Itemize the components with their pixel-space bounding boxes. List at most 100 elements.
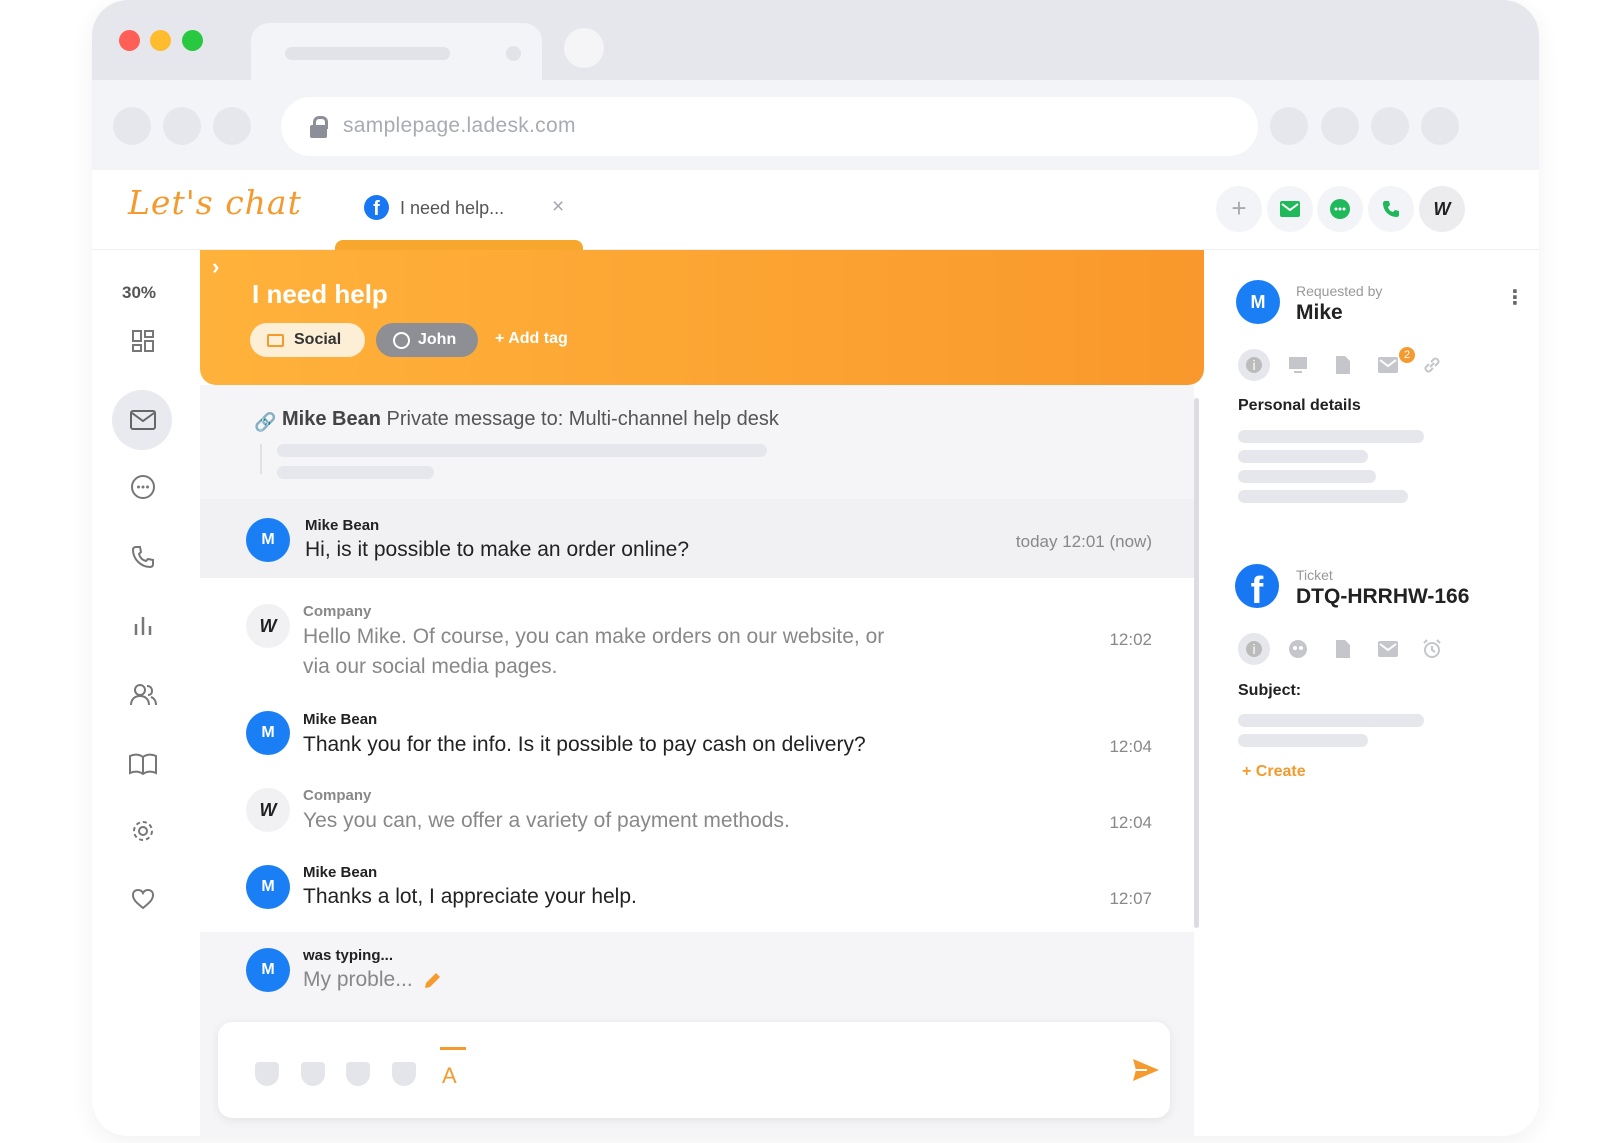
- ticket-label: Ticket: [1296, 567, 1333, 583]
- message-text: Hello Mike. Of course, you can make orde…: [303, 625, 885, 678]
- folder-icon: [267, 334, 284, 347]
- message-text: Yes you can, we offer a variety of payme…: [303, 809, 790, 832]
- usage-percent: 30%: [122, 283, 157, 302]
- placeholder-line: [1238, 470, 1376, 483]
- composer-tool-button[interactable]: [346, 1062, 370, 1086]
- document-icon[interactable]: [1327, 349, 1359, 381]
- call-channel-button[interactable]: [1368, 186, 1414, 232]
- send-icon[interactable]: [1132, 1058, 1160, 1087]
- bar-chart-icon: [134, 617, 152, 635]
- sidebar-item-knowledgebase[interactable]: [124, 745, 162, 783]
- text-format-button[interactable]: A: [442, 1063, 457, 1089]
- message-sender: Mike Bean: [303, 711, 378, 728]
- toolbar-button[interactable]: [1421, 107, 1459, 145]
- sidebar-item-settings[interactable]: [124, 812, 162, 850]
- info-icon[interactable]: i: [1238, 633, 1270, 665]
- placeholder-line: [1238, 714, 1424, 727]
- message-time: 12:04: [1109, 737, 1152, 756]
- close-window-button[interactable]: [119, 30, 140, 51]
- sidebar-item-chats[interactable]: [124, 468, 162, 506]
- expand-chevron-icon[interactable]: ›: [212, 254, 219, 280]
- sidebar-item-dashboard[interactable]: [124, 322, 162, 360]
- ticket-header: [200, 250, 1204, 385]
- avatar: M: [246, 518, 290, 562]
- email-channel-button[interactable]: [1267, 186, 1313, 232]
- requested-by-label: Requested by: [1296, 283, 1383, 299]
- message-text: Thanks a lot, I appreciate your help.: [303, 885, 637, 908]
- placeholder-line: [1238, 490, 1408, 503]
- format-active-indicator: [440, 1047, 466, 1050]
- requester-name: Mike: [1296, 301, 1343, 324]
- link-icon: 🔗: [254, 412, 277, 432]
- dashboard-icon: [132, 330, 154, 352]
- company-avatar: W: [246, 604, 290, 648]
- sidebar-item-customers[interactable]: [124, 676, 162, 714]
- phone-icon: [1383, 201, 1399, 217]
- sidebar-item-reports[interactable]: [124, 606, 162, 644]
- message-time: 12:02: [1109, 630, 1152, 649]
- conversation-scrollbar[interactable]: [1194, 398, 1199, 928]
- lock-icon: [310, 116, 328, 138]
- chat-channel-button[interactable]: [1317, 186, 1363, 232]
- more-options-icon[interactable]: ⋮: [1505, 285, 1525, 310]
- avatar: M: [246, 948, 290, 992]
- ticket-tab-close-button[interactable]: ×: [552, 195, 564, 219]
- toolbar-button[interactable]: [1321, 107, 1359, 145]
- message-sender: Mike Bean: [305, 517, 380, 534]
- heart-icon: [131, 888, 155, 910]
- composer-tool-button[interactable]: [255, 1062, 279, 1086]
- mail-icon[interactable]: [1372, 633, 1404, 665]
- placeholder-line: [277, 466, 434, 479]
- minimize-window-button[interactable]: [150, 30, 171, 51]
- info-icon[interactable]: i: [1238, 349, 1270, 381]
- active-tab-indicator: [335, 240, 583, 250]
- composer-tool-button[interactable]: [301, 1062, 325, 1086]
- message-time: 12:04: [1109, 813, 1152, 832]
- sidebar-item-calls[interactable]: [124, 538, 162, 576]
- user-circle-icon: [393, 332, 410, 349]
- sidebar-item-favorites[interactable]: [124, 880, 162, 918]
- message-time: 12:07: [1109, 889, 1152, 908]
- placeholder-line: [277, 444, 767, 457]
- tab-close-placeholder[interactable]: [506, 46, 521, 61]
- message-text: Hi, is it possible to make an order onli…: [305, 538, 690, 561]
- mail-icon: [130, 410, 156, 430]
- toolbar-button[interactable]: [1270, 107, 1308, 145]
- company-avatar-button[interactable]: W: [1419, 186, 1465, 232]
- sidebar-item-tickets[interactable]: [124, 401, 162, 439]
- ticket-id: DTQ-HRRHW-166: [1296, 585, 1470, 608]
- avatar: M: [246, 865, 290, 909]
- phone-icon: [131, 546, 154, 569]
- forward-button[interactable]: [163, 107, 201, 145]
- users-icon: [130, 684, 157, 706]
- toolbar-button[interactable]: [1371, 107, 1409, 145]
- company-avatar: W: [246, 788, 290, 832]
- maximize-window-button[interactable]: [182, 30, 203, 51]
- subject-heading: Subject:: [1238, 682, 1302, 699]
- avatar: M: [246, 711, 290, 755]
- placeholder-line: [1238, 734, 1368, 747]
- link-icon[interactable]: [1416, 349, 1448, 381]
- alarm-clock-icon[interactable]: [1416, 633, 1448, 665]
- document-icon[interactable]: [1327, 633, 1359, 665]
- back-button[interactable]: [113, 107, 151, 145]
- tag-assignee[interactable]: John: [376, 323, 478, 357]
- composer-tool-button[interactable]: [392, 1062, 416, 1086]
- reload-button[interactable]: [213, 107, 251, 145]
- add-tag-button[interactable]: + Add tag: [495, 330, 568, 348]
- new-tab-button[interactable]: [564, 28, 604, 68]
- quote-divider: [260, 444, 262, 474]
- emoji-icon[interactable]: [1282, 633, 1314, 665]
- create-button[interactable]: + Create: [1242, 763, 1306, 781]
- unread-badge: 2: [1399, 347, 1415, 363]
- browser-window: samplepage.ladesk.com Let's chat f I nee…: [92, 0, 1539, 1136]
- url-text: samplepage.ladesk.com: [343, 114, 576, 137]
- placeholder-line: [1238, 430, 1424, 443]
- add-button[interactable]: +: [1216, 186, 1262, 232]
- ticket-tab-title[interactable]: I need help...: [400, 198, 504, 219]
- private-message-block: [200, 385, 1194, 499]
- chat-bubble-icon: [131, 475, 155, 499]
- monitor-icon[interactable]: [1282, 349, 1314, 381]
- placeholder-line: [1238, 450, 1368, 463]
- requester-avatar: M: [1236, 280, 1280, 324]
